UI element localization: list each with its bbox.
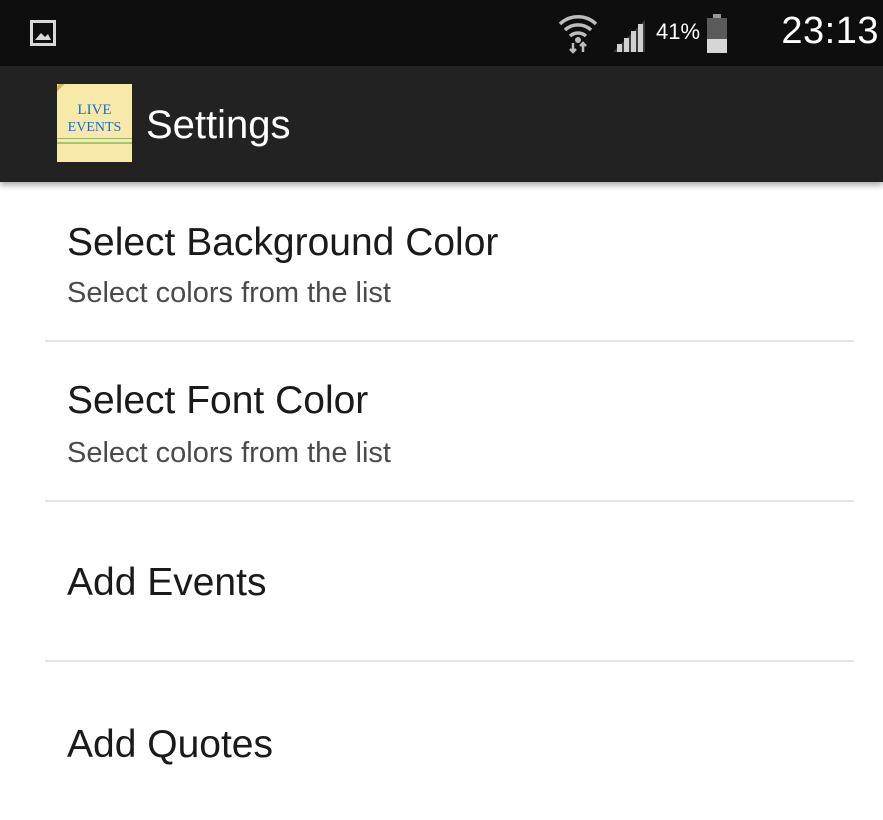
page-title: Settings bbox=[146, 103, 291, 147]
clock: 23:13 bbox=[781, 10, 879, 52]
pref-title: Add Quotes bbox=[67, 723, 273, 766]
logo-stripe bbox=[57, 84, 80, 93]
logo-text-line2: EVENTS bbox=[57, 120, 132, 139]
pref-title: Select Background Color bbox=[67, 221, 499, 264]
pref-title: Add Events bbox=[67, 561, 267, 604]
action-bar: LIVE EVENTS Settings bbox=[0, 66, 883, 182]
wifi-icon bbox=[558, 15, 598, 54]
pref-title: Select Font Color bbox=[67, 379, 369, 422]
pref-add-events[interactable]: Add Events bbox=[0, 502, 883, 662]
pref-select-background-color[interactable]: Select Background Color Select colors fr… bbox=[0, 182, 883, 342]
signal-icon bbox=[613, 20, 645, 52]
pref-summary: Select colors from the list bbox=[67, 277, 391, 309]
app-logo[interactable]: LIVE EVENTS bbox=[57, 84, 132, 162]
logo-underline bbox=[57, 142, 132, 144]
gallery-icon bbox=[30, 20, 56, 46]
logo-text-line1: LIVE bbox=[77, 102, 112, 118]
pref-select-font-color[interactable]: Select Font Color Select colors from the… bbox=[0, 342, 883, 502]
status-bar: 41% 23:13 bbox=[0, 0, 883, 66]
battery-icon bbox=[707, 14, 727, 53]
pref-add-quotes[interactable]: Add Quotes bbox=[0, 662, 883, 820]
battery-percent: 41% bbox=[656, 19, 701, 44]
pref-summary: Select colors from the list bbox=[67, 437, 391, 469]
